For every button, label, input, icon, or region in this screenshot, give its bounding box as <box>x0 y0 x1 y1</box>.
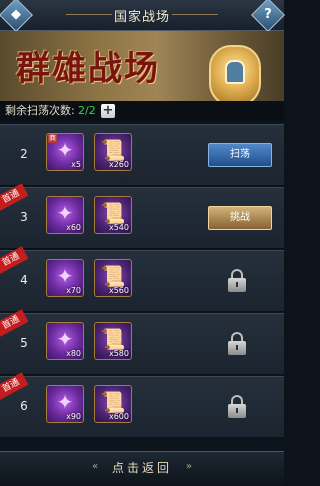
item-quantity: x600 <box>108 412 129 421</box>
reward-item-scroll[interactable]: 📜 x600 <box>94 385 132 423</box>
scroll-icon: 📜 <box>100 201 126 225</box>
crystal-icon: ✦ <box>56 201 74 225</box>
banner-title: 群雄战场 <box>16 49 160 89</box>
lock-body <box>228 404 246 418</box>
stage-row: 首通 5 ✦ x80 📜 x580 <box>0 309 284 375</box>
stage-number: 5 <box>20 336 28 350</box>
lock-icon <box>227 395 247 419</box>
item-quantity: x70 <box>66 286 81 295</box>
item-quantity: x60 <box>66 223 81 232</box>
item-quantity: x90 <box>66 412 81 421</box>
lock-keyhole <box>236 408 238 413</box>
item-quantity: x560 <box>108 286 129 295</box>
back-button[interactable]: 点击返回 <box>95 458 189 478</box>
reward-item-crystal[interactable]: ✦ x70 <box>46 259 84 297</box>
lock-icon <box>227 332 247 356</box>
reward-item-crystal[interactable]: ✦ x60 <box>46 196 84 234</box>
shield-emblem-icon <box>209 45 261 101</box>
shield-core <box>225 60 245 84</box>
challenge-button[interactable]: 挑战 <box>208 206 272 230</box>
reward-item-scroll[interactable]: 📜 x540 <box>94 196 132 234</box>
reward-item-crystal[interactable]: 商 ✦ x5 <box>46 133 84 171</box>
info-icon: ? <box>264 7 272 22</box>
reward-item-scroll[interactable]: 📜 x560 <box>94 259 132 297</box>
title-ornament-right <box>172 14 218 15</box>
item-quantity: x260 <box>108 160 129 169</box>
crystal-icon: ✦ <box>56 390 74 414</box>
chevron-right-icon: » <box>185 461 192 472</box>
reward-item-scroll[interactable]: 📜 x580 <box>94 322 132 360</box>
remaining-sweeps: 剩余扫荡次数: 2/2 + <box>0 101 284 121</box>
info-button[interactable]: ? <box>251 0 285 32</box>
crystal-icon: ✦ <box>56 264 74 288</box>
reward-item-crystal[interactable]: ✦ x90 <box>46 385 84 423</box>
first-pass-ribbon: 首通 <box>0 372 29 400</box>
lock-body <box>228 278 246 292</box>
page-title: 国家战场 <box>113 10 170 25</box>
item-quantity: x5 <box>71 160 81 169</box>
stage-number: 2 <box>20 147 28 161</box>
scroll-icon: 📜 <box>100 138 126 162</box>
remaining-label: 剩余扫荡次数: <box>5 104 75 117</box>
item-quantity: x580 <box>108 349 129 358</box>
sweep-button[interactable]: 扫荡 <box>208 143 272 167</box>
battlefield-banner: 群雄战场 <box>0 31 284 101</box>
stage-number: 4 <box>20 273 28 287</box>
title-bar: ◆ 国家战场 ? <box>0 0 285 32</box>
first-pass-ribbon: 首通 <box>0 183 29 211</box>
lock-keyhole <box>236 345 238 350</box>
first-pass-ribbon: 首通 <box>0 246 29 274</box>
reward-item-crystal[interactable]: ✦ x80 <box>46 322 84 360</box>
remaining-value: 2/2 <box>78 104 96 117</box>
add-sweeps-button[interactable]: + <box>101 104 115 118</box>
crystal-icon: ✦ <box>56 138 74 162</box>
item-quantity: x80 <box>66 349 81 358</box>
stage-number: 3 <box>20 210 28 224</box>
crystal-icon: ✦ <box>56 327 74 351</box>
stage-row: 首通 3 ✦ x60 📜 x540 挑战 <box>0 183 284 249</box>
plus-icon: + <box>102 103 114 118</box>
scroll-icon: 📜 <box>100 327 126 351</box>
footer-bar: « 点击返回 » <box>0 451 284 486</box>
lock-icon <box>227 269 247 293</box>
item-quantity: x540 <box>108 223 129 232</box>
reward-item-scroll[interactable]: 📜 x260 <box>94 133 132 171</box>
stage-number: 6 <box>20 399 28 413</box>
stage-row: 首通 4 ✦ x70 📜 x560 <box>0 246 284 312</box>
lock-keyhole <box>236 282 238 287</box>
scroll-icon: 📜 <box>100 264 126 288</box>
stage-row: 首通 6 ✦ x90 📜 x600 <box>0 372 284 438</box>
lock-body <box>228 341 246 355</box>
first-pass-ribbon: 首通 <box>0 309 29 337</box>
scroll-icon: 📜 <box>100 390 126 414</box>
stage-row: 2 商 ✦ x5 📜 x260 扫荡 <box>0 124 284 186</box>
